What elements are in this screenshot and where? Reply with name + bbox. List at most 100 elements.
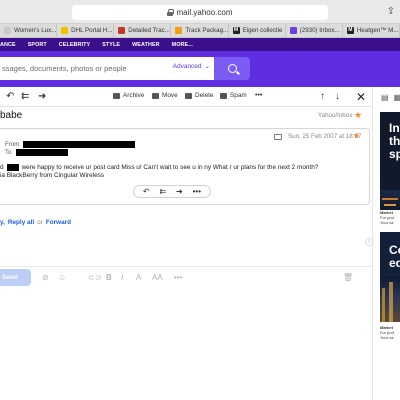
- favicon-icon: M: [232, 27, 240, 34]
- reply-all-icon[interactable]: ⇇: [159, 187, 166, 196]
- emoji-icon[interactable]: ☺: [58, 273, 66, 282]
- contacts-icon[interactable]: ▦: [394, 93, 400, 102]
- archive-button[interactable]: Archive: [113, 92, 144, 99]
- redacted-sender: [23, 141, 136, 148]
- message-subject: babe: [0, 110, 23, 121]
- message-body-line-1: d were happy to receive ur post card Mis…: [0, 164, 318, 171]
- browser-tab[interactable]: M Eigen collectie: [229, 24, 286, 37]
- chevron-right-icon[interactable]: ›: [365, 238, 373, 246]
- italic-icon[interactable]: I: [121, 273, 123, 282]
- trash-icon[interactable]: 🗑: [343, 273, 353, 282]
- tab-label: (2930) Inbox...: [299, 27, 340, 34]
- move-label: Move: [162, 92, 178, 99]
- archive-label: Archive: [123, 92, 145, 99]
- yahoo-nav: ANCE SPORT CELEBRITY STYLE WEATHER MORE...: [0, 38, 400, 51]
- spam-label: Spam: [230, 92, 247, 99]
- send-button[interactable]: Send: [0, 269, 31, 286]
- favicon-icon: [61, 27, 69, 34]
- nav-item[interactable]: SPORT: [28, 42, 47, 48]
- nav-item[interactable]: MORE...: [172, 42, 193, 48]
- nav-item[interactable]: WEATHER: [132, 42, 160, 48]
- ad1-line-2: the: [389, 134, 400, 148]
- forward-icon[interactable]: ➜: [38, 92, 46, 102]
- more-icon[interactable]: •••: [193, 187, 201, 196]
- link-icon[interactable]: ⊂⊃: [88, 273, 101, 282]
- prev-message-icon[interactable]: ↑: [320, 92, 325, 102]
- forward-icon[interactable]: ➜: [176, 187, 183, 196]
- delete-button[interactable]: Delete: [185, 92, 213, 99]
- message-toolbar: ↶ ⇇ ➜ Archive Move Delete Spam ••• ↑ ↓ ✕: [0, 87, 372, 107]
- browser-toolbar: mail.yahoo.com ⇪: [0, 0, 400, 24]
- address-bar[interactable]: mail.yahoo.com: [72, 5, 328, 20]
- browser-tab[interactable]: DHL Portal H...: [57, 24, 115, 37]
- browser-tab[interactable]: Women's Lux...: [0, 24, 58, 37]
- ad1-caption-line: Your ca: [380, 220, 394, 225]
- search-input[interactable]: ssages, documents, photos or people Adva…: [0, 57, 214, 80]
- tab-label: Track Packag...: [185, 27, 229, 34]
- url-text: mail.yahoo.com: [176, 8, 233, 17]
- message-folder[interactable]: Yahoo/Inbox: [318, 112, 352, 119]
- text-color-icon[interactable]: A: [136, 273, 141, 282]
- ad2-caption: Market For prof Your ca: [380, 325, 400, 340]
- folder-icon: [152, 92, 159, 99]
- favicon-icon: [289, 27, 297, 34]
- browser-tab[interactable]: M Heatgen™ M...: [343, 24, 400, 37]
- to-label: To: [5, 149, 12, 156]
- attachment-icon[interactable]: ⊘: [42, 273, 49, 282]
- print-icon[interactable]: [274, 134, 282, 140]
- next-message-icon[interactable]: ↓: [335, 92, 340, 102]
- search-icon: [227, 64, 237, 73]
- ad1-line-1: Inv: [389, 121, 400, 135]
- ad1-caption: Market For prot Your ca: [380, 210, 400, 225]
- favicon-icon: M: [346, 27, 354, 34]
- ad-banner-2[interactable]: Co eq: [380, 232, 400, 322]
- nav-item[interactable]: STYLE: [102, 42, 120, 48]
- star-icon[interactable]: ★: [354, 110, 362, 121]
- reply-icon[interactable]: ↶: [143, 187, 150, 196]
- chevron-down-icon: ⌄: [204, 63, 210, 70]
- nav-item[interactable]: ANCE: [0, 42, 16, 48]
- search-band: ssages, documents, photos or people Adva…: [0, 51, 400, 87]
- spam-button[interactable]: Spam: [220, 92, 247, 99]
- tab-label: Women's Lux...: [14, 27, 57, 34]
- back-icon[interactable]: ↶: [6, 92, 14, 102]
- ad2-line-2: eq: [389, 256, 400, 270]
- reply-all-link[interactable]: Reply all: [8, 219, 34, 226]
- nav-item[interactable]: CELEBRITY: [59, 42, 90, 48]
- ad1-line-3: sp: [389, 147, 400, 161]
- close-icon[interactable]: ✕: [356, 90, 366, 104]
- move-button[interactable]: Move: [152, 92, 178, 99]
- from-line: From: [5, 141, 136, 148]
- browser-tab[interactable]: Track Packag...: [171, 24, 229, 37]
- font-size-icon[interactable]: AA: [152, 273, 163, 282]
- ad2-image: [380, 276, 400, 322]
- browser-tab[interactable]: Detailed Trac...: [114, 24, 172, 37]
- redacted-recipient: [15, 149, 68, 156]
- reply-link[interactable]: y,: [0, 219, 5, 226]
- reply-all-icon[interactable]: ⇇: [21, 92, 29, 102]
- tab-label: Detailed Trac...: [128, 27, 170, 34]
- search-placeholder: ssages, documents, photos or people: [2, 64, 127, 73]
- shield-icon: [220, 92, 227, 99]
- search-button[interactable]: [214, 57, 250, 80]
- advanced-search-dropdown[interactable]: Advanced ⌄: [173, 62, 210, 71]
- forward-link[interactable]: Forward: [46, 219, 71, 226]
- favicon-icon: [118, 27, 126, 34]
- bold-icon[interactable]: B: [106, 273, 112, 282]
- favicon-icon: [4, 27, 11, 34]
- more-options-icon[interactable]: •••: [174, 273, 182, 282]
- star-icon[interactable]: ★: [353, 131, 360, 140]
- share-icon[interactable]: ⇪: [384, 5, 398, 19]
- ad-banner-1[interactable]: Inv the sp: [380, 112, 400, 220]
- layout-icon[interactable]: ▤: [381, 93, 389, 102]
- trash-icon: [185, 92, 192, 99]
- or-text: or: [37, 219, 43, 226]
- favicon-icon: [175, 27, 183, 34]
- lock-icon: [167, 9, 175, 16]
- browser-tab[interactable]: (2930) Inbox...: [286, 24, 343, 37]
- ad2-caption-line: Your ca: [380, 335, 394, 340]
- delete-label: Delete: [195, 92, 214, 99]
- more-actions-button[interactable]: •••: [255, 92, 262, 99]
- body-text-1: were happy to receive ur post card Miss …: [21, 164, 319, 171]
- to-line: To: [5, 149, 68, 156]
